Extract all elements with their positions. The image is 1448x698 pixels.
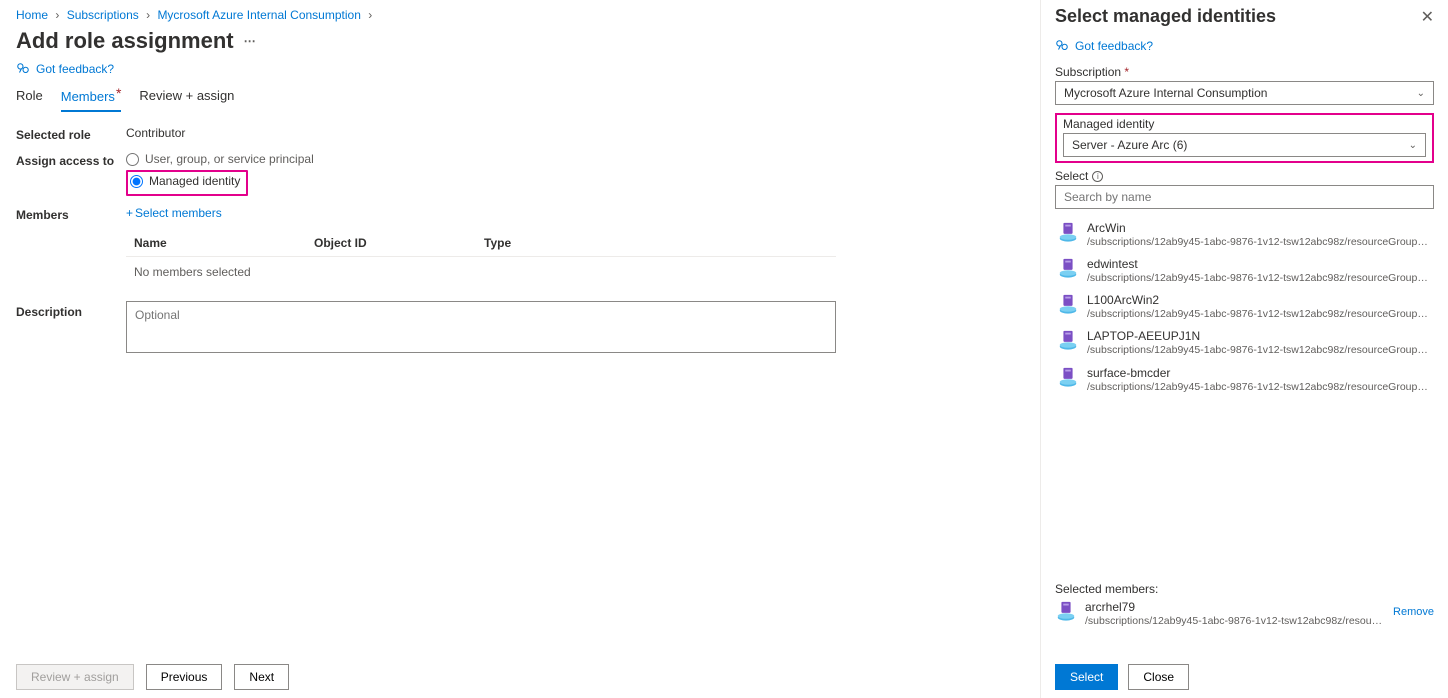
result-path: /subscriptions/12ab9y45-1abc-9876-1v12-t… — [1087, 308, 1432, 321]
more-actions-icon[interactable]: ⋯ — [244, 34, 256, 48]
page-title: Add role assignment — [16, 28, 234, 54]
previous-button[interactable]: Previous — [146, 664, 223, 690]
chevron-right-icon: › — [55, 8, 59, 22]
select-button[interactable]: Select — [1055, 664, 1118, 690]
result-name: edwintest — [1087, 257, 1432, 272]
managed-identity-select[interactable]: Server - Azure Arc (6) ⌄ — [1063, 133, 1426, 157]
chevron-down-icon: ⌄ — [1409, 140, 1417, 151]
tab-review-assign[interactable]: Review + assign — [139, 88, 234, 112]
result-path: /subscriptions/12ab9y45-1abc-9876-1v12-t… — [1087, 381, 1432, 394]
select-managed-identities-panel: Select managed identities ✕ Got feedback… — [1040, 0, 1448, 698]
selected-members-title: Selected members: — [1055, 582, 1434, 596]
tab-members[interactable]: Members* — [61, 88, 122, 112]
tab-role[interactable]: Role — [16, 88, 43, 112]
selected-path: /subscriptions/12ab9y45-1abc-9876-1v12-t… — [1085, 615, 1385, 628]
chevron-right-icon: › — [146, 8, 150, 22]
radio-managed-identity-row[interactable]: Managed identity — [130, 174, 240, 188]
feedback-icon — [1055, 39, 1069, 53]
required-indicator: * — [1124, 65, 1129, 79]
page-title-row: Add role assignment ⋯ — [16, 28, 1024, 54]
radio-managed-identity-label: Managed identity — [149, 174, 240, 188]
assign-access-label: Assign access to — [16, 152, 126, 168]
members-label: Members — [16, 206, 126, 287]
server-icon — [1057, 329, 1079, 351]
search-input[interactable] — [1055, 185, 1434, 209]
feedback-icon — [16, 62, 30, 76]
highlight-managed-identity-field: Managed identity Server - Azure Arc (6) … — [1055, 113, 1434, 163]
server-icon — [1057, 293, 1079, 315]
select-members-link[interactable]: +Select members — [126, 206, 222, 220]
result-path: /subscriptions/12ab9y45-1abc-9876-1v12-t… — [1087, 236, 1432, 249]
managed-identity-select-value: Server - Azure Arc (6) — [1072, 138, 1187, 152]
result-text: LAPTOP-AEEUPJ1N /subscriptions/12ab9y45-… — [1087, 329, 1432, 357]
result-name: LAPTOP-AEEUPJ1N — [1087, 329, 1432, 344]
result-path: /subscriptions/12ab9y45-1abc-9876-1v12-t… — [1087, 272, 1432, 285]
members-table: Name Object ID Type No members selected — [126, 230, 836, 287]
result-name: surface-bmcder — [1087, 366, 1432, 381]
select-members-link-label: Select members — [135, 206, 222, 220]
selected-role-label: Selected role — [16, 126, 126, 142]
server-icon — [1055, 600, 1077, 622]
feedback-link[interactable]: Got feedback? — [16, 62, 1024, 76]
radio-user-group-sp-label: User, group, or service principal — [145, 152, 314, 166]
subscription-field-label: Subscription * — [1055, 65, 1434, 79]
result-text: ArcWin /subscriptions/12ab9y45-1abc-9876… — [1087, 221, 1432, 249]
next-button[interactable]: Next — [234, 664, 289, 690]
list-item[interactable]: surface-bmcder /subscriptions/12ab9y45-1… — [1055, 362, 1434, 398]
table-empty-message: No members selected — [126, 257, 836, 287]
plus-icon: + — [126, 206, 133, 220]
panel-feedback-label: Got feedback? — [1075, 39, 1153, 53]
panel-feedback-link[interactable]: Got feedback? — [1055, 39, 1434, 53]
radio-user-group-sp-row[interactable]: User, group, or service principal — [126, 152, 314, 166]
tab-members-label: Members — [61, 89, 115, 104]
breadcrumb-subscription-name[interactable]: Mycrosoft Azure Internal Consumption — [157, 8, 360, 22]
server-icon — [1057, 257, 1079, 279]
list-item[interactable]: ArcWin /subscriptions/12ab9y45-1abc-9876… — [1055, 217, 1434, 253]
table-header-type: Type — [484, 236, 684, 250]
result-name: L100ArcWin2 — [1087, 293, 1432, 308]
selected-item: arcrhel79 /subscriptions/12ab9y45-1abc-9… — [1055, 600, 1434, 628]
remove-link[interactable]: Remove — [1393, 600, 1434, 618]
result-text: arcrhel79 /subscriptions/12ab9y45-1abc-9… — [1085, 600, 1385, 628]
list-item[interactable]: edwintest /subscriptions/12ab9y45-1abc-9… — [1055, 253, 1434, 289]
selected-members-list: arcrhel79 /subscriptions/12ab9y45-1abc-9… — [1055, 600, 1434, 628]
description-input[interactable] — [126, 301, 836, 353]
radio-user-group-sp[interactable] — [126, 153, 139, 166]
managed-identity-field-label: Managed identity — [1057, 115, 1432, 131]
breadcrumb: Home › Subscriptions › Mycrosoft Azure I… — [16, 6, 1024, 26]
result-text: surface-bmcder /subscriptions/12ab9y45-1… — [1087, 366, 1432, 394]
server-icon — [1057, 221, 1079, 243]
table-header-name: Name — [134, 236, 314, 250]
radio-managed-identity[interactable] — [130, 175, 143, 188]
subscription-select-value: Mycrosoft Azure Internal Consumption — [1064, 86, 1267, 100]
chevron-right-icon: › — [368, 8, 372, 22]
panel-title: Select managed identities — [1055, 6, 1276, 27]
close-button[interactable]: Close — [1128, 664, 1189, 690]
breadcrumb-home[interactable]: Home — [16, 8, 48, 22]
result-text: L100ArcWin2 /subscriptions/12ab9y45-1abc… — [1087, 293, 1432, 321]
review-assign-button: Review + assign — [16, 664, 134, 690]
results-list: ArcWin /subscriptions/12ab9y45-1abc-9876… — [1055, 217, 1434, 398]
required-indicator: * — [116, 85, 121, 101]
result-text: edwintest /subscriptions/12ab9y45-1abc-9… — [1087, 257, 1432, 285]
list-item[interactable]: LAPTOP-AEEUPJ1N /subscriptions/12ab9y45-… — [1055, 325, 1434, 361]
info-icon[interactable]: i — [1092, 171, 1103, 182]
list-item[interactable]: L100ArcWin2 /subscriptions/12ab9y45-1abc… — [1055, 289, 1434, 325]
result-path: /subscriptions/12ab9y45-1abc-9876-1v12-t… — [1087, 344, 1432, 357]
feedback-label: Got feedback? — [36, 62, 114, 76]
highlight-managed-identity: Managed identity — [126, 170, 248, 196]
subscription-select[interactable]: Mycrosoft Azure Internal Consumption ⌄ — [1055, 81, 1434, 105]
table-header-object-id: Object ID — [314, 236, 484, 250]
close-icon[interactable]: ✕ — [1421, 7, 1434, 27]
selected-name: arcrhel79 — [1085, 600, 1385, 615]
chevron-down-icon: ⌄ — [1417, 88, 1425, 99]
result-name: ArcWin — [1087, 221, 1432, 236]
breadcrumb-subscriptions[interactable]: Subscriptions — [67, 8, 139, 22]
server-icon — [1057, 366, 1079, 388]
description-label: Description — [16, 301, 126, 353]
selected-role-value: Contributor — [126, 126, 185, 142]
tabs: Role Members* Review + assign — [16, 88, 1024, 112]
select-field-label: Select i — [1055, 169, 1434, 183]
